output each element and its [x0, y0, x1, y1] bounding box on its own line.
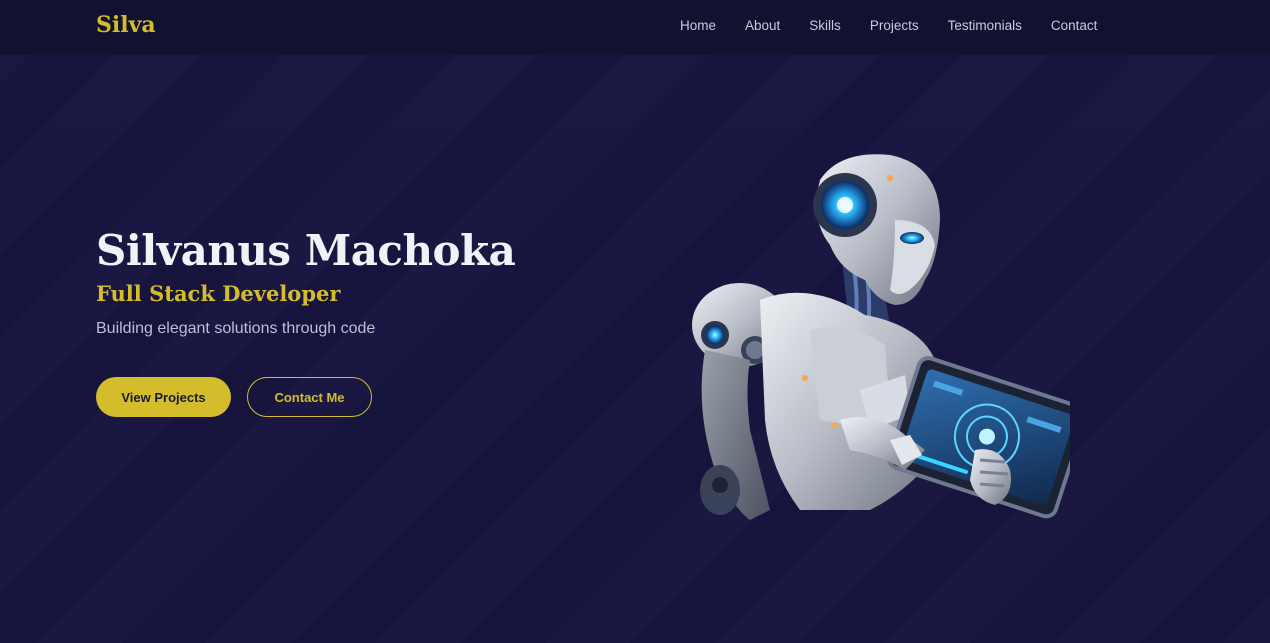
hero-buttons: View Projects Contact Me — [96, 377, 372, 417]
view-projects-button[interactable]: View Projects — [96, 377, 231, 417]
nav-link-testimonials[interactable]: Testimonials — [948, 18, 1022, 33]
nav-link-contact[interactable]: Contact — [1051, 18, 1098, 33]
navbar: Silva Home About Skills Projects Testimo… — [0, 0, 1270, 55]
robot-illustration — [692, 154, 1070, 520]
nav-link-home[interactable]: Home — [680, 18, 716, 33]
nav-links: Home About Skills Projects Testimonials … — [680, 18, 1097, 33]
nav-link-skills[interactable]: Skills — [809, 18, 841, 33]
hero-role: Full Stack Developer — [96, 281, 341, 306]
portfolio-page: Silva Home About Skills Projects Testimo… — [0, 0, 1270, 643]
contact-me-button[interactable]: Contact Me — [247, 377, 372, 417]
nav-link-projects[interactable]: Projects — [870, 18, 919, 33]
hero-name: Silvanus Machoka — [96, 226, 516, 275]
brand-logo[interactable]: Silva — [96, 12, 156, 38]
nav-link-about[interactable]: About — [745, 18, 780, 33]
hero-section: Silvanus Machoka Full Stack Developer Bu… — [96, 226, 516, 338]
hero-tagline: Building elegant solutions through code — [96, 320, 376, 337]
